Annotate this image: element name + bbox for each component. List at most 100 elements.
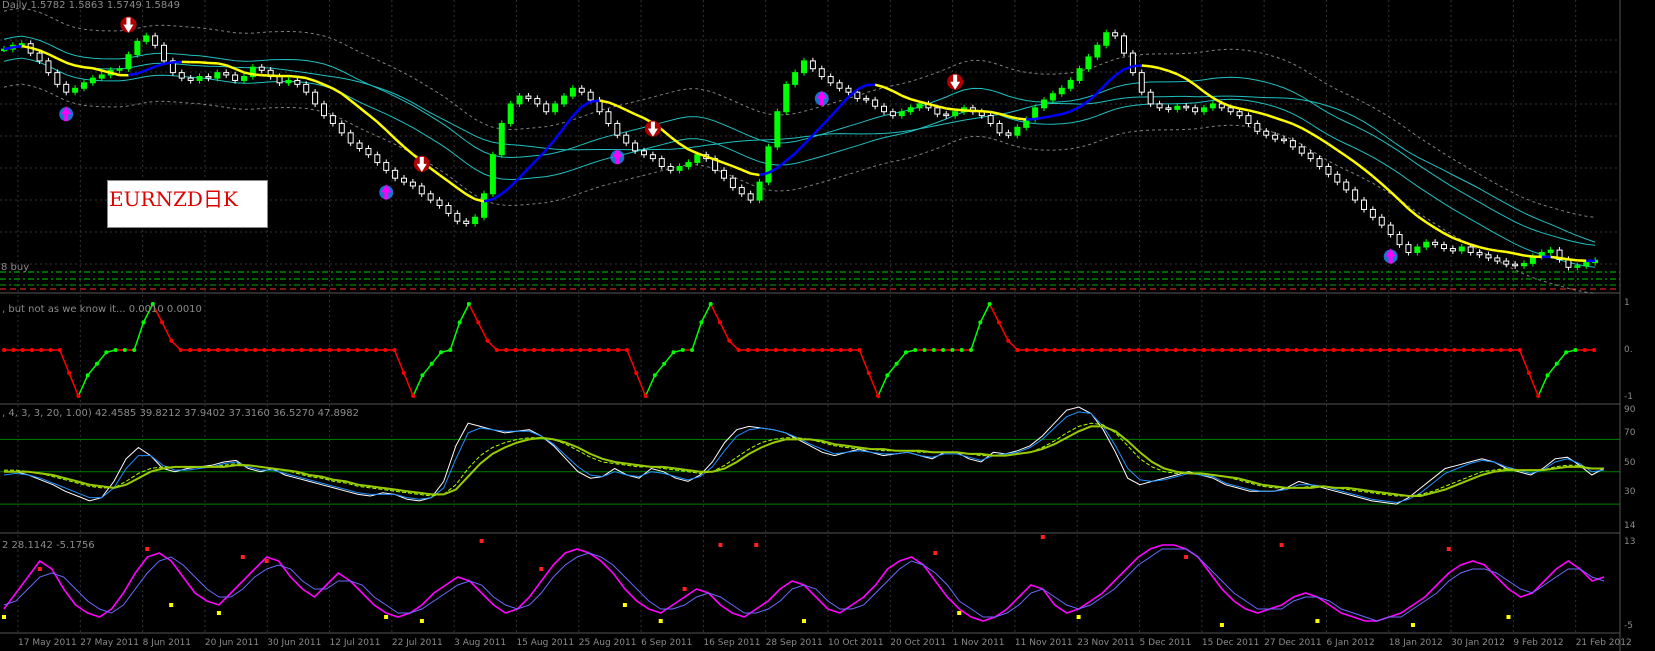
osc1-dot (1387, 348, 1392, 352)
candle-body (729, 177, 736, 189)
candle-body (303, 83, 310, 93)
osc1-dot (457, 320, 462, 325)
trend-ma-segment (1132, 64, 1142, 68)
osc1-dot (271, 348, 276, 352)
x-axis-date: 25 Aug 2011 (579, 638, 637, 648)
osc1-segment (644, 374, 656, 397)
osc1-dot (671, 350, 676, 355)
osc1-dot (801, 348, 806, 352)
osc1-dot (225, 348, 230, 352)
osc1-segment (868, 372, 879, 397)
trend-ma-segment (545, 138, 557, 151)
header-text: Daily 1.5782 1.5863 1.5749 1.5849 (2, 0, 180, 11)
candle-body (605, 111, 612, 124)
candle-body (1352, 189, 1359, 201)
candle-body (1467, 246, 1474, 253)
trend-ma-segment (1559, 256, 1569, 261)
trend-ma-segment (1257, 111, 1267, 116)
osc1-dot (141, 320, 146, 325)
candle-body (1254, 122, 1261, 132)
candle-body (152, 35, 159, 46)
osc1-segment (87, 363, 98, 376)
candle-body (472, 216, 479, 225)
candle-body (1316, 158, 1323, 167)
osc1-segment (877, 374, 889, 397)
candle-body (1298, 146, 1305, 154)
osc2-axis-tick: 90 (1624, 405, 1636, 415)
trend-ma-segment (1461, 240, 1472, 246)
trend-ma-segment (616, 104, 627, 112)
candle-body (1583, 262, 1590, 267)
trend-ma-segment (1407, 207, 1419, 218)
candle-body (676, 165, 683, 171)
candle-body (143, 35, 150, 42)
osc1-dot (2, 348, 6, 352)
osc1-dot (1424, 348, 1429, 352)
osc1-dot (48, 348, 53, 352)
trend-ma-segment (225, 64, 236, 70)
trend-ma-segment (883, 85, 894, 93)
osc3-yellow-dot (216, 611, 221, 615)
osc1-dot (429, 361, 434, 366)
osc1-dot (392, 348, 397, 352)
candle-body (1245, 115, 1252, 124)
x-axis-date: 18 Jan 2012 (1389, 638, 1443, 648)
osc1-dot (1182, 348, 1187, 352)
osc1-dot (578, 348, 583, 352)
osc3-red-dot (145, 547, 150, 551)
candle-body (294, 79, 301, 85)
osc1-dot (373, 348, 378, 352)
osc1-dot (1443, 348, 1448, 352)
candle-body (1236, 111, 1243, 117)
osc1-dot (764, 348, 769, 352)
osc1-dot (234, 348, 239, 352)
trend-ma-segment (1505, 250, 1516, 255)
osc1-dot (941, 348, 946, 352)
osc1-dot (327, 348, 332, 352)
osc1-segment (663, 351, 675, 365)
trend-ma-segment (1150, 65, 1160, 70)
osc1-dot (1024, 348, 1029, 352)
candle-body (45, 60, 52, 74)
osc3-yellow-dot (384, 615, 389, 619)
osc3-label: 2 28.1142 -5.1756 (2, 540, 95, 551)
trend-ma-segment (1497, 249, 1507, 254)
trend-ma-segment (1274, 116, 1285, 122)
osc2-line (3, 411, 1605, 504)
x-axis-date: 15 Dec 2011 (1202, 638, 1260, 648)
candle-body (1112, 32, 1119, 37)
candle-body (1049, 93, 1056, 101)
osc1-dot (104, 350, 109, 355)
osc1-dot (290, 348, 295, 352)
candle-body (134, 40, 141, 56)
candle-body (649, 154, 656, 160)
osc1-dot (1238, 348, 1243, 352)
candle-body (1076, 68, 1083, 81)
trend-ma-segment (1185, 77, 1196, 86)
candle-body (312, 91, 319, 105)
candle-body (1094, 44, 1101, 58)
osc1-dot (1452, 348, 1457, 352)
osc2-line (4, 422, 1604, 497)
x-axis-date: 23 Nov 2011 (1077, 638, 1135, 648)
candle-body (241, 76, 247, 81)
osc1-dot (494, 348, 499, 352)
osc1-segment (1556, 351, 1567, 365)
osc1-dot (169, 338, 174, 343)
candle-body (943, 113, 950, 117)
x-axis-date: 5 Dec 2011 (1140, 638, 1192, 648)
candle-body (1396, 233, 1403, 246)
chart-canvas: 17 May 2011 27 May 2011 8 Jun 2011 20 Jun 2… (0, 0, 1636, 651)
candle-body (569, 87, 576, 97)
trend-ma-segment (1372, 175, 1383, 185)
x-axis-date: 20 Oct 2011 (890, 638, 946, 648)
osc3-red-dot (1184, 555, 1189, 559)
candle-body (1058, 87, 1065, 95)
trend-ma-segment (1345, 155, 1356, 164)
candle-body (854, 91, 861, 99)
trend-ma-segment (794, 143, 805, 155)
osc3-yellow-dot (957, 611, 962, 615)
candle-body (756, 181, 763, 201)
trend-ma-segment (687, 148, 698, 155)
trend-ma-segment (1283, 119, 1294, 126)
